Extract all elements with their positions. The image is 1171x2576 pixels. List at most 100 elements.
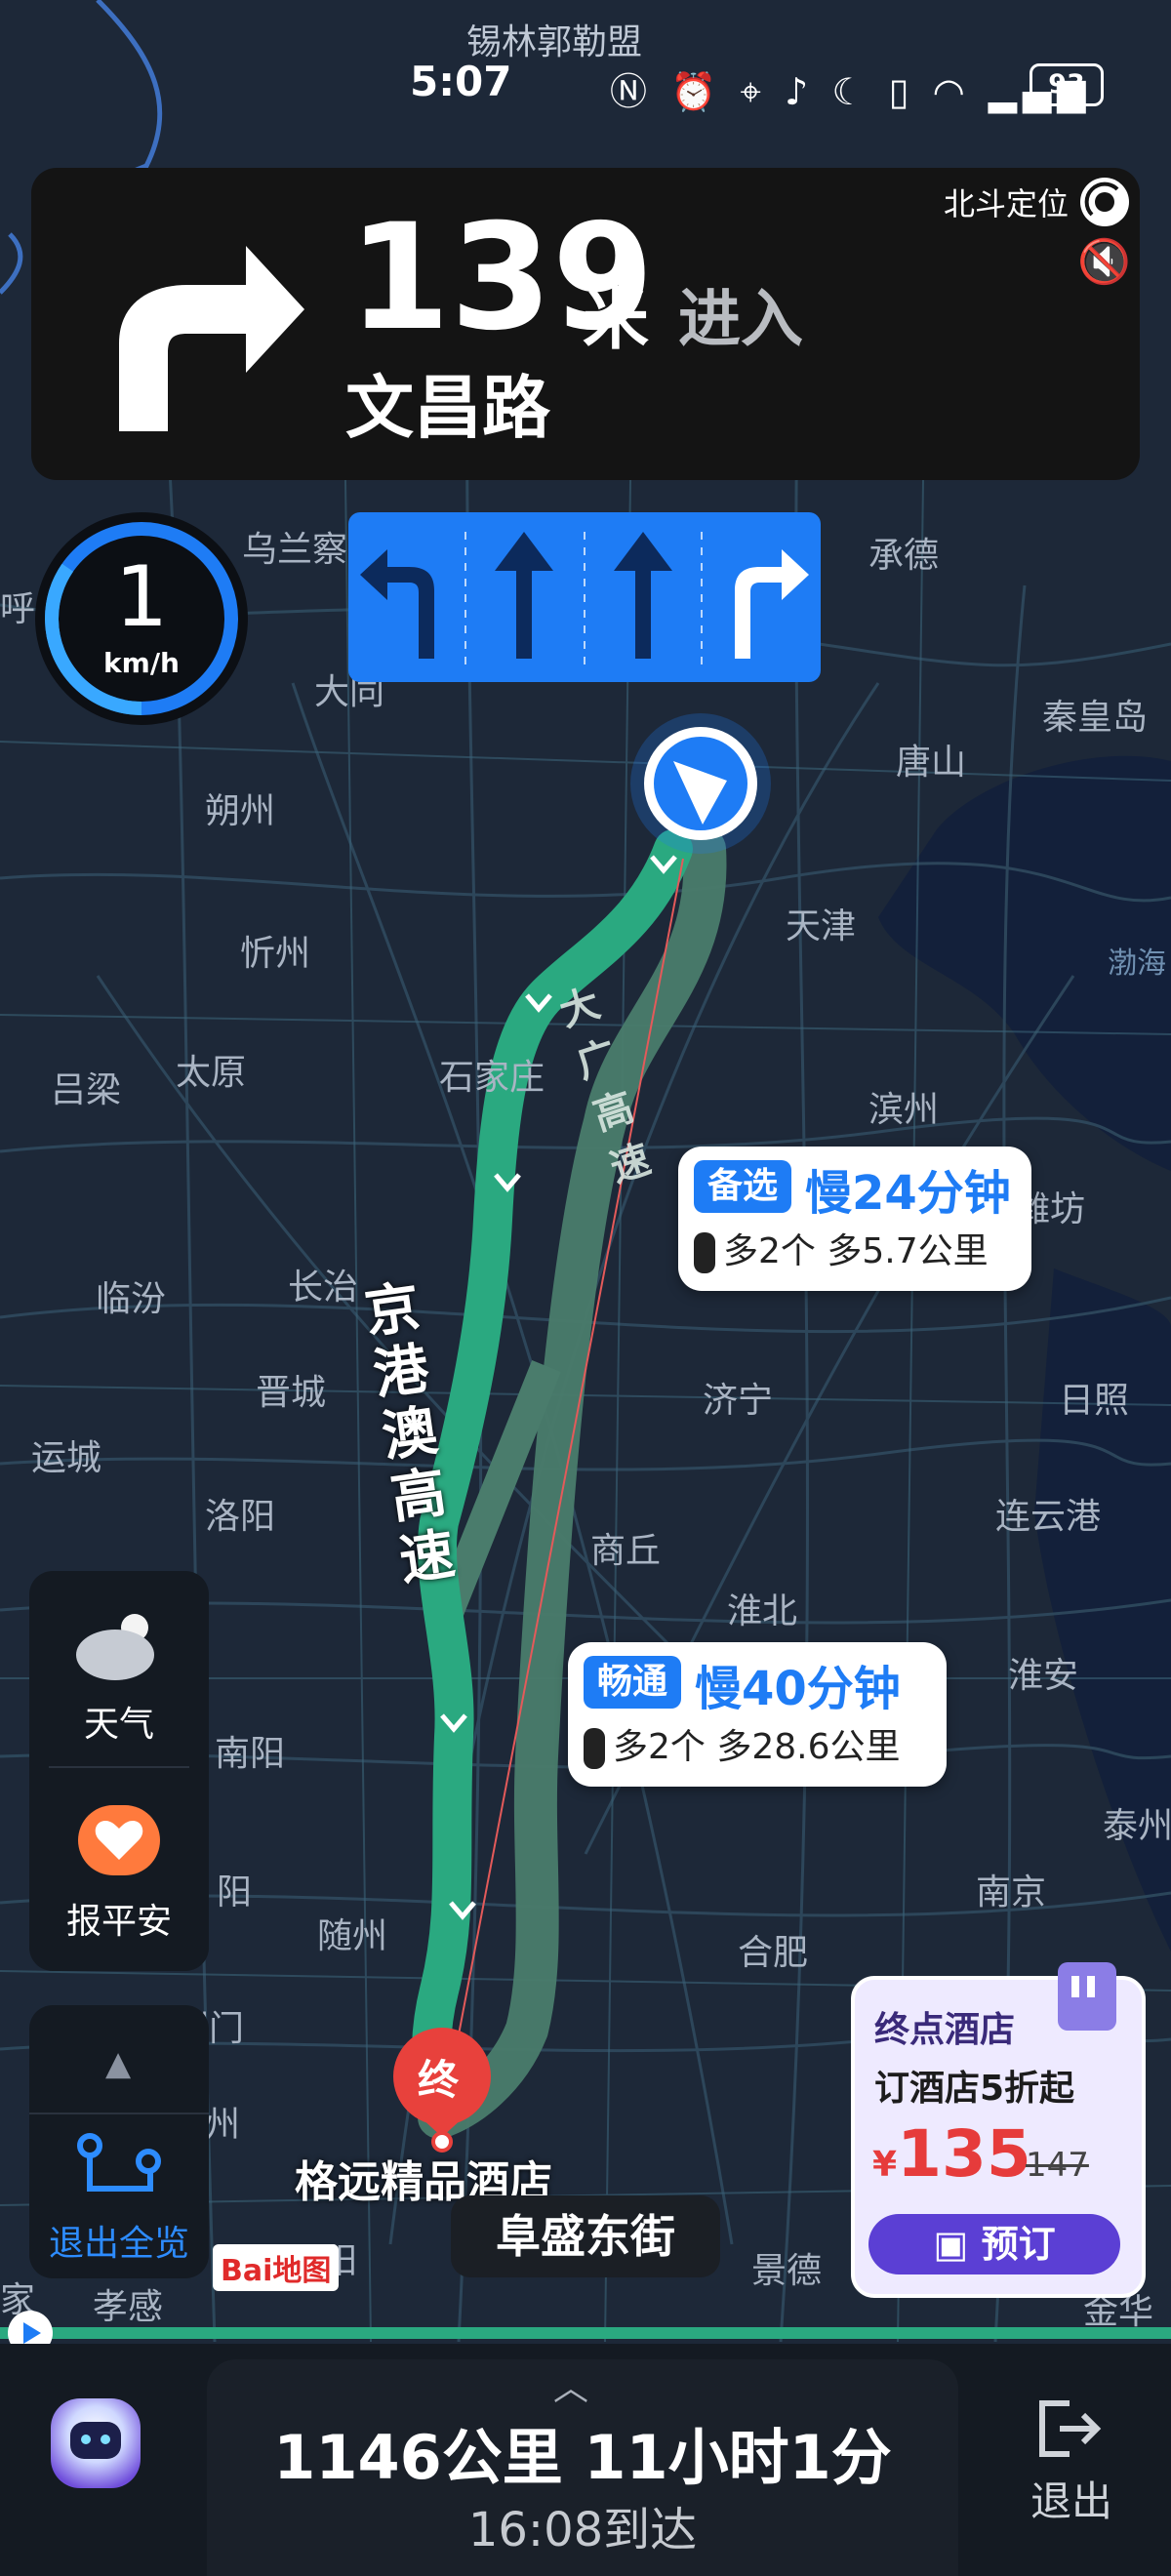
trip-summary-panel[interactable]: ︿ 1146公里 11小时1分 16:08到达: [207, 2359, 958, 2576]
city-label: 吕梁: [51, 1070, 122, 1110]
city-label: 南阳: [215, 1734, 286, 1774]
hotel-title: 终点酒店: [874, 2010, 1016, 2050]
route-delta-time: 慢40分钟: [695, 1662, 901, 1716]
baidu-map-logo: Bai地图: [213, 2244, 340, 2291]
city-label: 洛阳: [205, 1497, 276, 1537]
heart-message-icon[interactable]: [78, 1805, 160, 1875]
battery-indicator: 93: [1030, 63, 1104, 106]
navigation-instruction-card[interactable]: 139 米 进入 文昌路 北斗定位 🔇: [31, 168, 1140, 480]
city-label: 太原: [176, 1053, 247, 1093]
hotel-promo-card[interactable]: 终点酒店 订酒店5折起 ¥135 147 ▣ 预订: [851, 1962, 1146, 2298]
status-bar: 5:07 Ⓝ ⏰ ⌖ ♪ ☾ ▯ ◠ ▂▄▆ 93: [0, 54, 1171, 115]
route-delta-time: 慢24分钟: [805, 1166, 1011, 1221]
wifi-icon: ◠: [932, 70, 971, 113]
exit-overview-button[interactable]: 退出全览: [29, 2215, 209, 2266]
alt-route-card-2[interactable]: 畅通 慢40分钟 多2个 多28.6公里: [568, 1642, 947, 1787]
status-time: 5:07: [410, 58, 512, 105]
divider: [29, 2113, 209, 2114]
quick-actions-panel: 天气 报平安: [29, 1571, 209, 1971]
traffic-light-icon: [694, 1232, 715, 1273]
city-label: 呼: [0, 589, 36, 629]
exit-icon[interactable]: [1034, 2397, 1103, 2460]
city-label: 南京: [976, 1872, 1047, 1912]
status-icons: Ⓝ ⏰ ⌖ ♪ ☾ ▯ ◠ ▂▄▆: [610, 61, 1092, 115]
traffic-light-icon: [584, 1728, 605, 1769]
mute-icon[interactable]: 🔇: [1077, 236, 1131, 287]
city-label: 淮北: [727, 1591, 798, 1631]
city-label: 朔州: [205, 791, 276, 831]
city-label: 长治: [288, 1268, 359, 1308]
speed-value: 1: [114, 548, 169, 646]
city-label: 济宁: [703, 1381, 774, 1421]
city-label: 秦皇岛: [1042, 698, 1149, 738]
lane-left-icon: [360, 549, 434, 659]
alt-route-card-1[interactable]: 备选 慢24分钟 多2个 多5.7公里: [678, 1147, 1031, 1291]
lane-guidance: [348, 512, 821, 682]
moon-icon: ☾: [831, 70, 871, 113]
end-marker-label: 终: [418, 2056, 460, 2104]
turn-right-arrow-icon: [119, 246, 304, 431]
route-progress-bar: [0, 2327, 1171, 2339]
route-detail: 多2个 多5.7公里: [694, 1223, 989, 1273]
speedometer: 1 km/h: [35, 512, 248, 725]
alarm-icon: ⏰: [670, 70, 723, 113]
next-road-name: 文昌路: [345, 368, 550, 448]
city-label: 州: [205, 2105, 241, 2145]
speed-unit: km/h: [103, 647, 180, 679]
bottom-trip-bar: ︿ 1146公里 11小时1分 16:08到达 退出: [0, 2344, 1171, 2576]
city-label: 景德: [751, 2251, 823, 2291]
divider: [49, 1766, 189, 1768]
city-label: 天津: [786, 906, 857, 946]
book-hotel-button[interactable]: ▣ 预订: [868, 2214, 1120, 2274]
overview-panel: ▲ 退出全览: [29, 2005, 209, 2278]
city-label: 连云港: [995, 1497, 1102, 1537]
current-position-marker: [630, 713, 771, 854]
city-label: 泰州: [1103, 1806, 1171, 1846]
hotel-building-icon: [1058, 1962, 1116, 2031]
city-label: 唐山: [896, 743, 967, 783]
hotel-original-price: 147: [1026, 2146, 1089, 2185]
weather-icon[interactable]: [70, 1598, 168, 1686]
route-detail: 多2个 多28.6公里: [584, 1718, 901, 1769]
lane-straight-icon: [614, 532, 672, 659]
weather-button[interactable]: 天气: [29, 1696, 209, 1747]
sea-label: 渤海: [1108, 946, 1166, 981]
city-label: 合肥: [738, 1933, 809, 1973]
city-label: 淮安: [1008, 1656, 1079, 1696]
city-label: 承德: [868, 536, 940, 576]
city-label: 阳: [217, 1872, 253, 1912]
city-label: 石家庄: [439, 1058, 545, 1098]
expand-handle-icon[interactable]: ︿: [553, 2359, 588, 2410]
lane-arrows: [360, 532, 809, 668]
route-tag: 备选: [694, 1160, 792, 1213]
nfc-icon: Ⓝ: [610, 70, 654, 113]
city-label: 运城: [31, 1438, 102, 1478]
city-label: 商丘: [590, 1531, 662, 1571]
turn-action: 进入: [678, 284, 803, 356]
arrival-time: 16:08到达: [467, 2503, 698, 2557]
vibrate-icon: ▯: [888, 70, 915, 113]
city-label: 孝感: [93, 2287, 164, 2327]
lane-straight-icon: [495, 532, 553, 659]
hotel-promo-text: 订酒店5折起: [874, 2069, 1075, 2109]
assistant-robot-icon[interactable]: [51, 2398, 141, 2488]
calendar-check-icon: ▣: [933, 2223, 969, 2266]
hotel-price: ¥135: [872, 2116, 1031, 2192]
exit-navigation-button[interactable]: 退出: [1030, 2469, 1112, 2528]
route-tag: 畅通: [584, 1656, 682, 1709]
remaining-distance-time: 1146公里 11小时1分: [273, 2422, 892, 2493]
mic-icon: ♪: [785, 70, 815, 113]
city-label: 晋城: [256, 1373, 327, 1413]
current-street: 阜盛东街: [451, 2195, 720, 2277]
city-label: 临汾: [96, 1279, 167, 1319]
positioning-label: 北斗定位: [944, 185, 1070, 222]
safe-report-button[interactable]: 报平安: [29, 1893, 209, 1944]
collapse-up-icon[interactable]: ▲: [105, 2044, 131, 2083]
city-label: 随州: [317, 1916, 388, 1956]
city-label: 忻州: [240, 934, 311, 974]
city-label: 乌兰察: [242, 530, 348, 570]
location-icon: ⌖: [740, 70, 767, 113]
route-overview-icon[interactable]: [76, 2132, 164, 2202]
city-label: 日照: [1059, 1381, 1130, 1421]
turn-distance-unit: 米: [583, 282, 650, 359]
